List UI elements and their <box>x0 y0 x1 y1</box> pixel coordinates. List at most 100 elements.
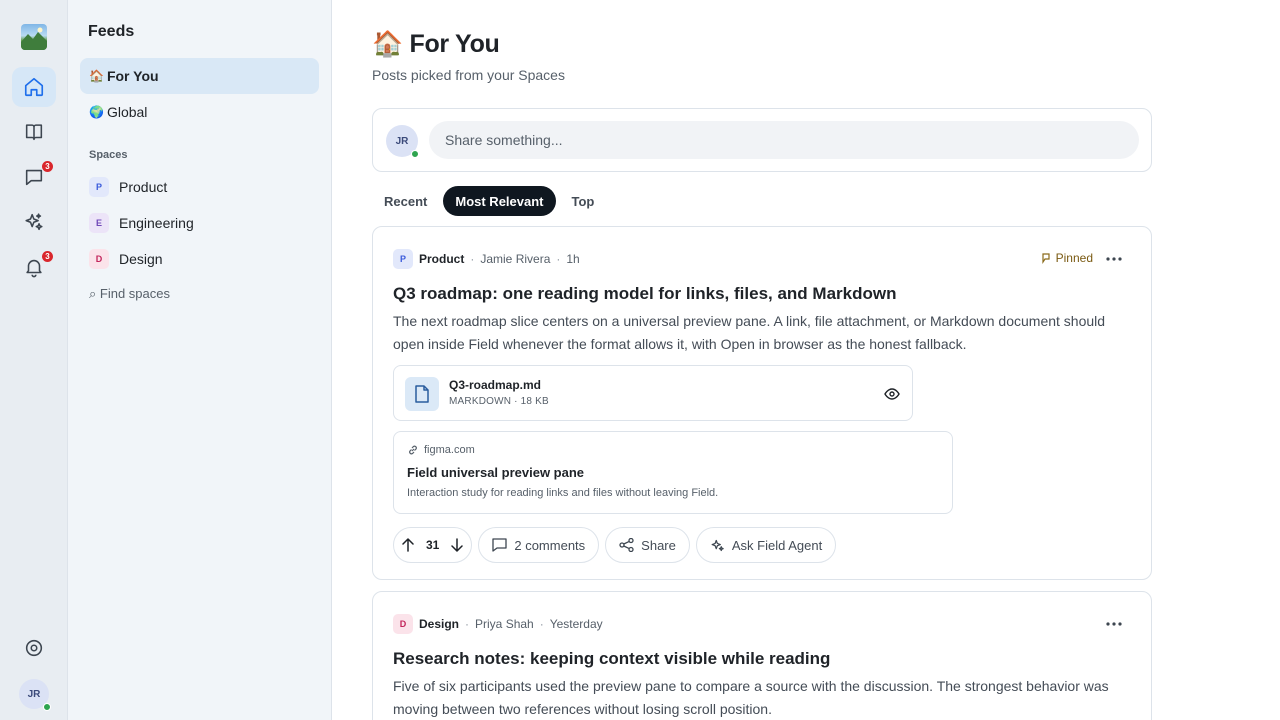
space-chip-product: P <box>393 249 413 269</box>
eye-icon <box>884 388 900 400</box>
more-horizontal-icon <box>1106 257 1122 261</box>
notifications-badge: 3 <box>41 250 54 263</box>
file-attachment[interactable]: Q3-roadmap.md MARKDOWN · 18 KB <box>393 365 913 421</box>
nav-messages[interactable]: 3 <box>12 157 56 197</box>
share-icon <box>619 538 634 552</box>
link-title: Field universal preview pane <box>407 465 585 480</box>
sparkles-icon <box>711 539 724 551</box>
user-initials: JR <box>27 688 41 700</box>
post-time: Yesterday <box>549 617 603 631</box>
sidebar-item-label: Engineering <box>119 215 194 231</box>
post-composer: JR <box>372 108 1152 172</box>
online-status-dot <box>411 150 419 158</box>
composer-initials: JR <box>395 135 409 147</box>
separator: · <box>539 617 544 631</box>
composer-avatar: JR <box>386 125 419 158</box>
sparkles-icon <box>23 211 45 233</box>
link-description: Interaction study for reading links and … <box>407 487 719 499</box>
post-card[interactable]: D Design · Priya Shah · Yesterday Resear… <box>372 591 1152 720</box>
vote-count: 31 <box>426 538 440 552</box>
ask-agent-label: Ask Field Agent <box>731 537 823 553</box>
sidebar-title: Feeds <box>88 23 135 40</box>
post-time: 1h <box>566 252 580 266</box>
space-chip-design: D <box>393 614 413 634</box>
share-button[interactable]: Share <box>605 527 690 563</box>
house-emoji-icon: 🏠 <box>372 30 403 58</box>
tab-recent[interactable]: Recent <box>372 186 439 216</box>
file-name: Q3-roadmap.md <box>449 378 542 392</box>
post-more-button[interactable] <box>1103 249 1125 269</box>
link-icon <box>409 445 417 455</box>
sidebar-item-engineering[interactable]: E Engineering <box>80 207 319 239</box>
post-more-button[interactable] <box>1103 614 1125 634</box>
pin-icon <box>1042 252 1050 264</box>
page-title-text: For You <box>409 30 500 58</box>
settings-button[interactable] <box>12 628 56 668</box>
space-chip-engineering: E <box>89 213 109 233</box>
post-meta: P Product · Jamie Rivera · 1h <box>393 249 580 269</box>
post-body: The next roadmap slice centers on a univ… <box>393 313 1106 352</box>
separator: · <box>465 617 470 631</box>
workspace-logo[interactable] <box>21 24 47 50</box>
link-domain-text: figma.com <box>424 444 475 456</box>
post-author[interactable]: Jamie Rivera <box>480 252 550 266</box>
post-card[interactable]: P Product · Jamie Rivera · 1h Pinned Q3 … <box>372 226 1152 580</box>
pinned-badge: Pinned <box>1041 251 1093 265</box>
online-status-dot <box>43 703 51 711</box>
share-label: Share <box>641 537 676 553</box>
sidebar-item-for-you[interactable]: 🏠 For You <box>80 58 319 94</box>
sidebar-item-label: For You <box>106 68 159 84</box>
main-feed: 🏠 For You Posts picked from your Spaces … <box>332 0 1280 720</box>
space-chip-design: D <box>89 249 109 269</box>
app-rail: 3 3 JR <box>0 0 68 720</box>
globe-emoji-icon: 🌍 <box>89 105 104 119</box>
space-chip-product: P <box>89 177 109 197</box>
post-space-link[interactable]: Design <box>419 617 459 631</box>
post-title[interactable]: Q3 roadmap: one reading model for links,… <box>393 284 896 304</box>
page-title: 🏠 For You <box>372 30 500 59</box>
link-preview-card[interactable]: figma.com Field universal preview pane I… <box>393 431 953 514</box>
sidebar-item-product[interactable]: P Product <box>80 171 319 203</box>
page-subtitle: Posts picked from your Spaces <box>372 67 565 83</box>
post-space-link[interactable]: Product <box>419 252 464 266</box>
separator: · <box>556 252 561 266</box>
sidebar-item-label: Design <box>119 251 163 267</box>
home-icon <box>23 76 45 98</box>
sidebar-item-design[interactable]: D Design <box>80 243 319 275</box>
file-icon <box>405 377 439 411</box>
more-horizontal-icon <box>1106 622 1122 626</box>
post-author[interactable]: Priya Shah <box>475 617 534 631</box>
comments-button[interactable]: 2 comments <box>478 527 600 563</box>
user-avatar[interactable]: JR <box>19 679 51 711</box>
file-meta: MARKDOWN · 18 KB <box>449 396 549 407</box>
sidebar-item-label: Global <box>106 104 148 120</box>
sidebar-item-global[interactable]: 🌍 Global <box>80 94 319 130</box>
comments-label: 2 comments <box>514 537 586 553</box>
book-icon <box>23 121 45 143</box>
vote-control: 31 <box>393 527 473 563</box>
preview-button[interactable] <box>882 384 902 404</box>
separator: · <box>470 252 475 266</box>
share-input[interactable] <box>429 121 1139 159</box>
nav-home[interactable] <box>12 67 56 107</box>
nav-agent[interactable] <box>12 202 56 242</box>
link-domain: figma.com <box>407 444 475 456</box>
spaces-section-label: Spaces <box>89 149 128 161</box>
feeds-sidebar: Feeds 🏠 For You 🌍 Global Spaces P Produc… <box>68 0 332 720</box>
nav-notifications[interactable]: 3 <box>12 247 56 287</box>
gear-icon <box>23 637 45 659</box>
pinned-label: Pinned <box>1055 251 1093 265</box>
upvote-arrow-icon[interactable] <box>402 538 414 552</box>
sidebar-item-label: Product <box>119 179 168 195</box>
messages-badge: 3 <box>41 160 54 173</box>
post-body: Five of six participants used the previe… <box>393 678 1109 717</box>
tab-top[interactable]: Top <box>560 186 607 216</box>
feed-sort-tabs: Recent Most Relevant Top <box>372 186 610 216</box>
nav-library[interactable] <box>12 112 56 152</box>
find-spaces-link[interactable]: ⌕ Find spaces <box>89 286 170 302</box>
ask-agent-button[interactable]: Ask Field Agent <box>695 527 837 563</box>
post-title[interactable]: Research notes: keeping context visible … <box>393 649 830 669</box>
tab-most-relevant[interactable]: Most Relevant <box>443 186 556 216</box>
comment-icon <box>492 538 508 552</box>
downvote-arrow-icon[interactable] <box>451 538 464 552</box>
